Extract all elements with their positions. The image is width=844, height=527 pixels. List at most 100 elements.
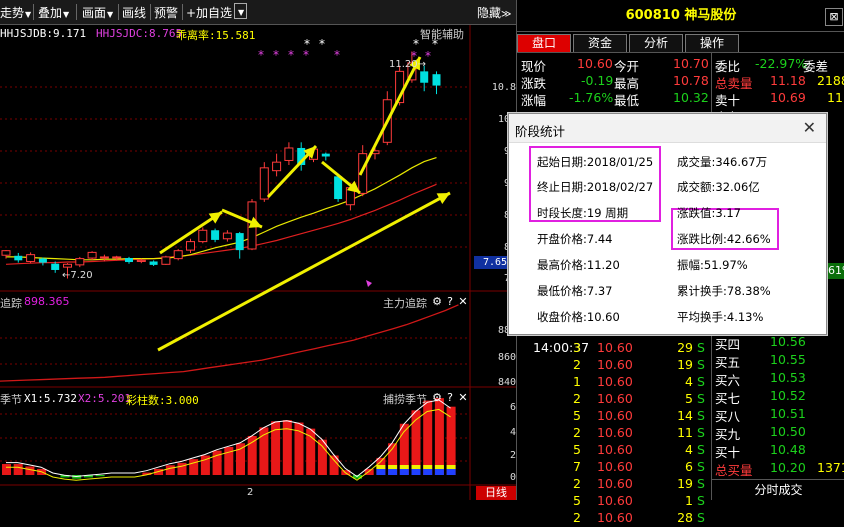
candle-body [186,241,195,251]
chart-area[interactable]: HHJSJDB:9.171 HHJSJDC:8.765 乖离率:15.581 智… [0,25,516,500]
close-icon[interactable]: ✕ [457,392,469,404]
candle-body [75,258,85,266]
indicator-hhjsjdc: HHJSJDC:8.765 [96,27,183,40]
season-bar-yellow [376,465,386,469]
candle-body [432,74,441,86]
close-icon[interactable]: ✕ [457,296,469,308]
buy-label: 买八 [715,409,741,424]
period-stats-dialog: 阶段统计 ✕ 起始日期:2018/01/25 终止日期:2018/02/27 时… [508,113,827,335]
tick-price: 10.60 [597,493,633,508]
tab-order-book[interactable]: 盘口 [517,34,571,53]
chart-canvas[interactable] [0,25,516,500]
season-bar-yellow [423,465,433,469]
tab-analysis[interactable]: 分析 [629,34,683,53]
candle-body [14,255,23,261]
candle-body [173,250,183,260]
quote-row-total-sell: 总卖量 11.18 2188 [715,73,844,91]
stat-amount: 成交额:32.06亿 [677,180,760,194]
tab-operation[interactable]: 操作 [685,34,739,53]
tick-price: 10.60 [597,425,633,440]
candle-body [63,263,72,268]
divider [33,4,34,20]
buy-price: 10.51 [770,406,806,421]
candle-body [198,229,208,243]
divider [182,4,183,20]
tick-count: 2 [573,357,581,372]
candle-body [211,230,220,240]
tick-volume: 29 [677,340,693,355]
watchlist-dropdown[interactable]: ▼ [234,3,248,19]
season-bar-blue [411,469,421,475]
dropdown-icon: ▼ [25,10,32,19]
tick-side: S [697,340,705,355]
buy-price: 10.56 [770,334,806,349]
tick-price: 10.60 [597,459,633,474]
divider [76,4,77,20]
buy-label: 买五 [715,355,741,370]
close-icon[interactable]: ✕ [803,118,816,137]
candle-body [149,261,158,265]
stat-change-pct: 涨跌比例:42.66% [677,232,771,246]
tick-price: 10.60 [597,340,633,355]
tab-capital[interactable]: 资金 [573,34,627,53]
ma-line-red [5,183,437,265]
expand-icon: ≫ [501,9,512,20]
tick-count: 2 [573,425,581,440]
buy-price: 10.55 [770,352,806,367]
x-axis-label: 2 [247,487,254,498]
tick-volume: 5 [685,391,693,406]
panel2-title: 追踪 [0,297,22,310]
divider [118,4,119,20]
toolbar-hide[interactable]: 隐藏≫ [477,4,511,21]
settings-gear-icon[interactable]: ⚙ [431,296,443,308]
season-bar [13,464,23,475]
candle-body [38,258,47,263]
candle-body [259,167,269,200]
toolbar-overlay[interactable]: 叠加▼ [38,4,69,21]
stat-high-price: 最高价格:11.20 [537,258,620,272]
candle-body [161,256,171,265]
help-icon[interactable]: ? [444,392,456,404]
season-bar [446,406,456,475]
divider [517,52,844,53]
buy-label: 买四 [715,337,741,352]
season-bar-blue [399,469,409,475]
dropdown-icon: ▼ [238,8,245,17]
buy-volume: 1371 [817,460,844,475]
buy-label: 买六 [715,373,741,388]
season-bar-yellow [446,465,456,469]
candle-body [136,259,146,262]
panel3-indicator-name[interactable]: 捕捞季节 [383,391,427,407]
tick-side: S [697,476,705,491]
help-icon[interactable]: ? [444,296,456,308]
close-panel-button[interactable]: ⊠ [825,8,843,26]
season-bar [317,439,327,475]
toolbar-draw-line[interactable]: 画线 [122,4,146,21]
season-bar [2,464,11,475]
buy-row: 买四 10.56 [715,334,806,352]
candle-body [284,147,294,161]
season-bar-yellow [399,465,409,469]
period-daily-tab[interactable]: 日线 [476,486,516,500]
tick-count: 2 [573,391,581,406]
indicator-bar-count: 彩柱数:3.000 [126,394,199,407]
season-bar-blue [376,469,386,475]
buy-price: 10.48 [770,442,806,457]
buy-price: 10.50 [770,424,806,439]
toolbar-trend[interactable]: 走势▼ [0,4,31,21]
toolbar-alert[interactable]: 预警 [154,4,178,21]
toolbar-screen[interactable]: 画面▼ [82,4,113,21]
candle-body [26,254,36,262]
season-bar-yellow [388,465,398,469]
toolbar-add-watchlist[interactable]: +加自选 [186,4,232,21]
stat-low-price: 最低价格:7.37 [537,284,613,298]
indicator-x1: X1:5.732 [24,392,77,405]
stat-period-length: 时段长度:19 周期 [537,206,629,220]
tick-detail-title[interactable]: 分时成交 [712,481,844,498]
candle-body [420,71,429,83]
panel2-indicator-name[interactable]: 主力追踪 [383,295,427,311]
indicator-hhjsjdb: HHJSJDB:9.171 [0,27,87,40]
buy-price: 10.52 [770,388,806,403]
tick-price: 10.60 [597,391,633,406]
settings-gear-icon[interactable]: ⚙ [431,392,443,404]
